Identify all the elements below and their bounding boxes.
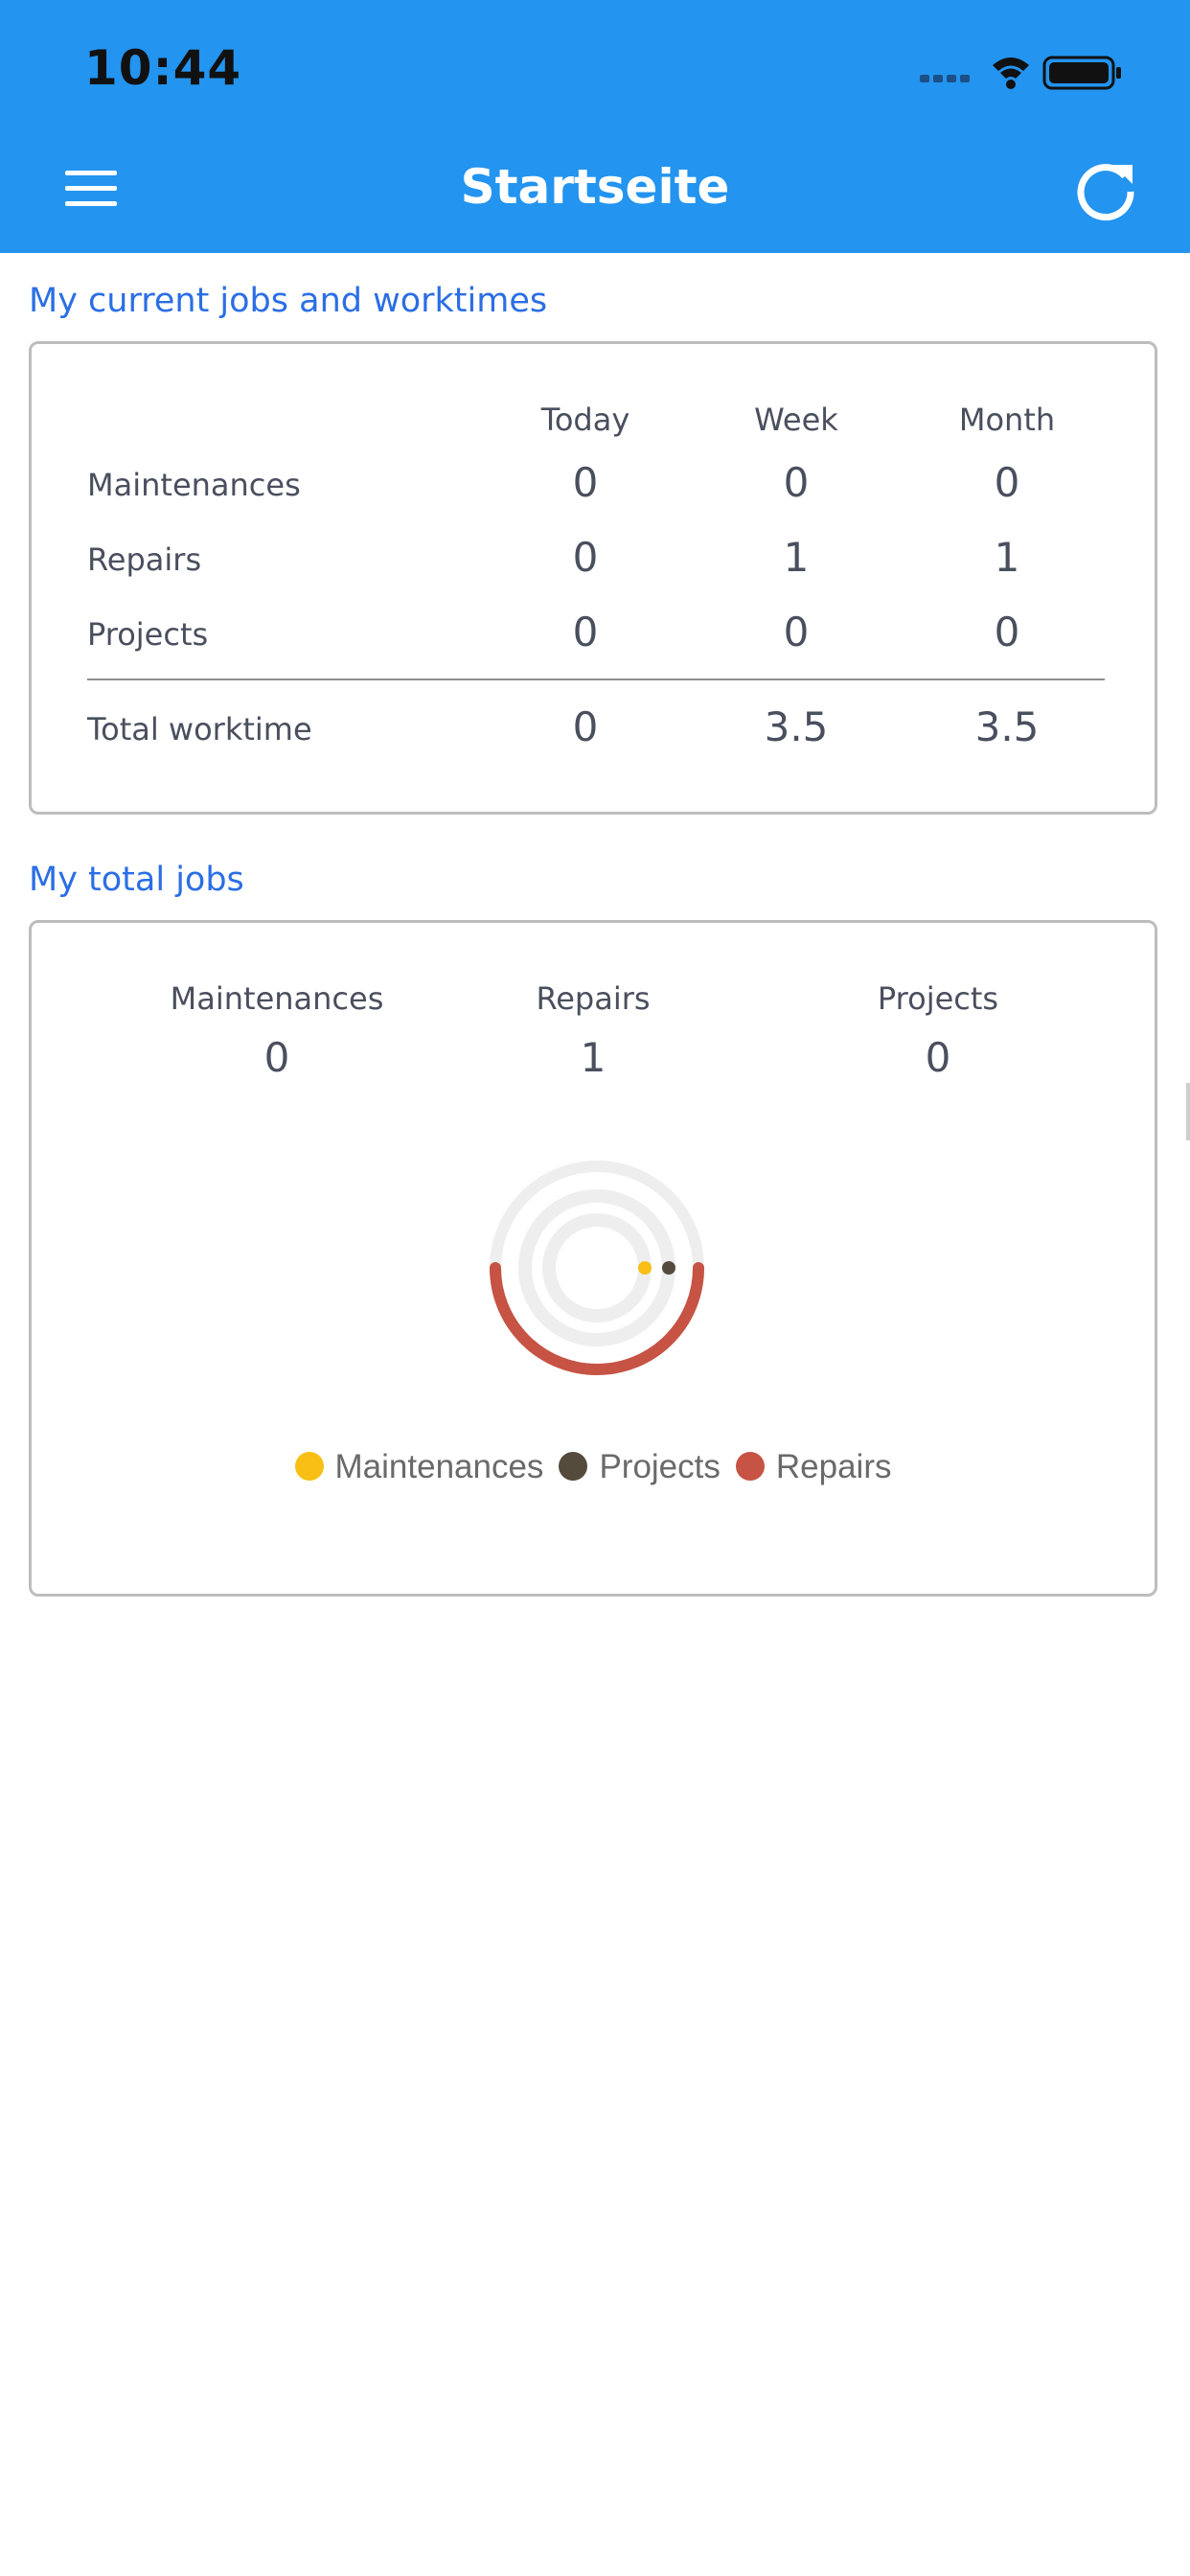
total-today-value: 0 (572, 703, 599, 750)
total-projects-value: 0 (925, 1034, 951, 1081)
section-title-total-jobs: My total jobs (29, 861, 244, 899)
jobs-radial-chart (490, 1161, 704, 1375)
current-jobs-table: Today Week Month Maintenances 0 0 0 Repa… (32, 344, 1155, 812)
projects-week-value: 0 (783, 609, 810, 656)
row-label-total-worktime: Total worktime (87, 711, 312, 748)
legend-item-maintenances[interactable]: Maintenances (294, 1448, 544, 1486)
total-month-value: 3.5 (974, 703, 1040, 750)
column-header-month: Month (958, 402, 1056, 438)
total-week-value: 3.5 (764, 703, 829, 750)
scroll-indicator (1186, 1083, 1190, 1140)
total-repairs-value: 1 (580, 1034, 606, 1081)
app-header: 10:44 Startseite (0, 0, 1190, 253)
repairs-today-value: 0 (572, 534, 599, 581)
track-maintenances (542, 1213, 652, 1322)
repairs-month-value: 1 (994, 534, 1020, 581)
row-label-maintenances: Maintenances (87, 467, 301, 503)
total-projects: Projects 0 (785, 980, 1091, 1081)
total-repairs-label: Repairs (536, 980, 651, 1017)
total-maintenances-label: Maintenances (170, 980, 384, 1017)
repairs-week-value: 1 (783, 534, 810, 581)
signal-icon (920, 75, 970, 82)
projects-today-value: 0 (572, 609, 599, 656)
bar-projects (662, 1261, 675, 1275)
legend-marker-projects (559, 1452, 588, 1481)
total-maintenances: Maintenances 0 (124, 980, 430, 1081)
maintenances-today-value: 0 (572, 459, 599, 506)
table-divider (87, 678, 1105, 680)
status-icons (920, 56, 1121, 90)
legend-label-maintenances: Maintenances (334, 1448, 544, 1485)
total-maintenances-value: 0 (263, 1034, 290, 1081)
row-label-repairs: Repairs (87, 541, 202, 578)
wifi-icon (993, 58, 1029, 89)
total-projects-label: Projects (877, 980, 999, 1017)
legend-label-projects: Projects (599, 1448, 721, 1485)
maintenances-month-value: 0 (994, 459, 1020, 506)
legend-label-repairs: Repairs (775, 1448, 892, 1485)
legend-marker-maintenances (294, 1452, 324, 1481)
legend-marker-repairs (735, 1452, 765, 1481)
legend-item-repairs[interactable]: Repairs (735, 1448, 892, 1486)
bar-maintenances (638, 1261, 652, 1275)
battery-icon (1042, 56, 1121, 90)
status-time: 10:44 (84, 40, 242, 96)
column-header-week: Week (754, 402, 838, 438)
maintenances-week-value: 0 (783, 459, 810, 506)
total-jobs-card: Maintenances 0 Repairs 1 Projects 0 Main… (29, 920, 1157, 1597)
chart-legend: Maintenances Projects Repairs (32, 1448, 1155, 1486)
total-repairs: Repairs 1 (440, 980, 746, 1081)
refresh-button[interactable] (1071, 155, 1140, 224)
legend-item-projects[interactable]: Projects (559, 1448, 721, 1486)
row-label-projects: Projects (87, 616, 209, 653)
refresh-icon (1077, 164, 1134, 221)
current-jobs-card: Today Week Month Maintenances 0 0 0 Repa… (29, 341, 1157, 815)
page-title: Startseite (460, 159, 730, 215)
projects-month-value: 0 (994, 609, 1020, 656)
section-title-current-jobs: My current jobs and worktimes (29, 282, 548, 320)
column-header-today: Today (540, 402, 630, 438)
